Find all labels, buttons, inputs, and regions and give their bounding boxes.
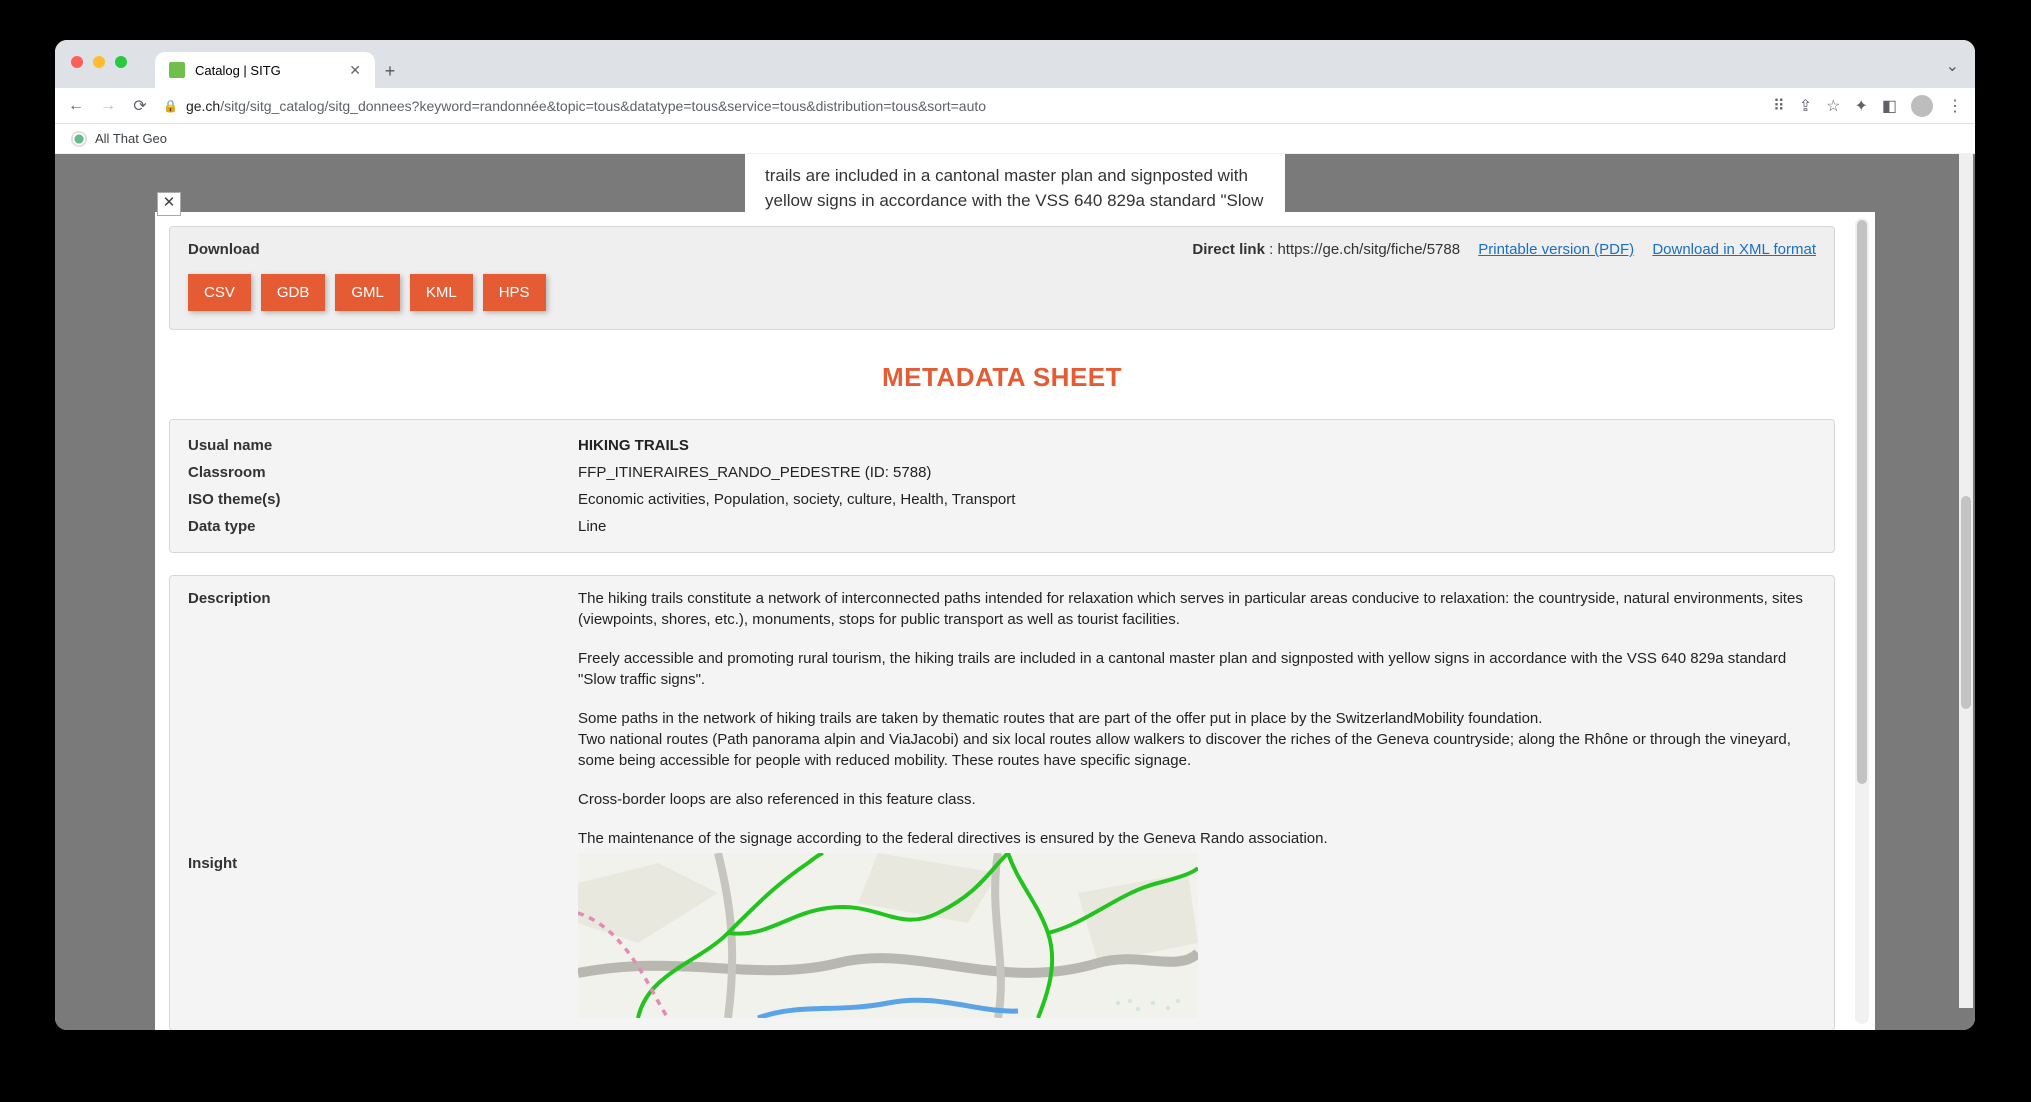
tab-list-chevron-icon[interactable]: ⌄ <box>1946 56 1959 76</box>
url-path: /sitg/sitg_catalog/sitg_donnees?keyword=… <box>220 98 986 114</box>
download-right: Direct link : https://ge.ch/sitg/fiche/5… <box>1192 241 1816 258</box>
share-icon[interactable]: ⇪ <box>1799 96 1812 116</box>
format-csv-button[interactable]: CSV <box>188 274 251 311</box>
sheet-title: METADATA SHEET <box>169 362 1835 393</box>
format-gdb-button[interactable]: GDB <box>261 274 326 311</box>
format-gml-button[interactable]: GML <box>335 274 400 311</box>
viewport-scrollbar[interactable] <box>1959 154 1973 1008</box>
viewport-scrollbar-thumb[interactable] <box>1961 496 1971 710</box>
direct-link-label: Direct link <box>1192 241 1265 258</box>
download-panel: Download Direct link : https://ge.ch/sit… <box>169 226 1835 330</box>
insight-map-preview <box>578 853 1198 1018</box>
close-window-button[interactable] <box>71 56 83 68</box>
description-block: Description The hiking trails constitute… <box>169 575 1835 1030</box>
kebab-menu-icon[interactable]: ⋮ <box>1947 96 1963 116</box>
bookmark-favicon <box>71 131 87 147</box>
close-tab-button[interactable]: ✕ <box>349 62 361 79</box>
meta-row-data-type: Data type Line <box>188 513 1816 540</box>
url-domain: ge.ch <box>186 98 220 114</box>
modal-scrollbar[interactable] <box>1855 218 1869 1024</box>
url-input[interactable]: 🔒 ge.ch/sitg/sitg_catalog/sitg_donnees?k… <box>163 98 1759 114</box>
meta-row-iso-themes: ISO theme(s) Economic activities, Popula… <box>188 486 1816 513</box>
translate-icon[interactable]: ⠿ <box>1773 96 1785 116</box>
meta-row-classroom: Classroom FFP_ITINERAIRES_RANDO_PEDESTRE… <box>188 459 1816 486</box>
printable-pdf-link[interactable]: Printable version (PDF) <box>1478 241 1634 258</box>
browser-tab[interactable]: Catalog | SITG ✕ <box>155 52 375 88</box>
description-label: Description <box>188 588 578 853</box>
metadata-modal: Download Direct link : https://ge.ch/sit… <box>155 212 1875 1030</box>
insight-label: Insight <box>188 853 578 1018</box>
download-label: Download <box>188 241 260 258</box>
side-panel-icon[interactable]: ◧ <box>1882 96 1897 116</box>
direct-link-url: https://ge.ch/sitg/fiche/5788 <box>1277 241 1460 258</box>
description-text: The hiking trails constitute a network o… <box>578 588 1816 853</box>
format-buttons: CSV GDB GML KML HPS <box>188 274 1816 311</box>
modal-close-button[interactable]: ✕ <box>157 192 181 216</box>
forward-button[interactable]: → <box>99 97 117 115</box>
page-viewport: trails are included in a cantonal master… <box>55 154 1975 1030</box>
back-button[interactable]: ← <box>67 97 85 115</box>
bookmark-item[interactable]: All That Geo <box>95 131 167 146</box>
modal-scrollbar-thumb[interactable] <box>1857 220 1867 784</box>
format-hps-button[interactable]: HPS <box>483 274 546 311</box>
bookmarks-bar: All That Geo <box>55 124 1975 154</box>
download-xml-link[interactable]: Download in XML format <box>1652 241 1816 258</box>
profile-avatar[interactable] <box>1911 95 1933 117</box>
browser-window: Catalog | SITG ✕ + ⌄ ← → ⟳ 🔒 ge.ch/sitg/… <box>55 40 1975 1030</box>
meta-row-usual-name: Usual name HIKING TRAILS <box>188 432 1816 459</box>
tab-strip: Catalog | SITG ✕ + ⌄ <box>55 40 1975 88</box>
format-kml-button[interactable]: KML <box>410 274 473 311</box>
toolbar-right: ⠿ ⇪ ☆ ✦ ◧ ⋮ <box>1773 95 1963 117</box>
metadata-summary: Usual name HIKING TRAILS Classroom FFP_I… <box>169 419 1835 553</box>
maximize-window-button[interactable] <box>115 56 127 68</box>
bookmark-star-icon[interactable]: ☆ <box>1826 96 1840 116</box>
window-controls <box>71 56 127 68</box>
tab-title: Catalog | SITG <box>195 63 281 78</box>
new-tab-button[interactable]: + <box>375 61 405 88</box>
reload-button[interactable]: ⟳ <box>131 96 149 116</box>
address-bar: ← → ⟳ 🔒 ge.ch/sitg/sitg_catalog/sitg_don… <box>55 88 1975 124</box>
extensions-icon[interactable]: ✦ <box>1854 96 1867 116</box>
lock-icon: 🔒 <box>163 99 178 113</box>
minimize-window-button[interactable] <box>93 56 105 68</box>
tab-favicon <box>169 62 185 78</box>
